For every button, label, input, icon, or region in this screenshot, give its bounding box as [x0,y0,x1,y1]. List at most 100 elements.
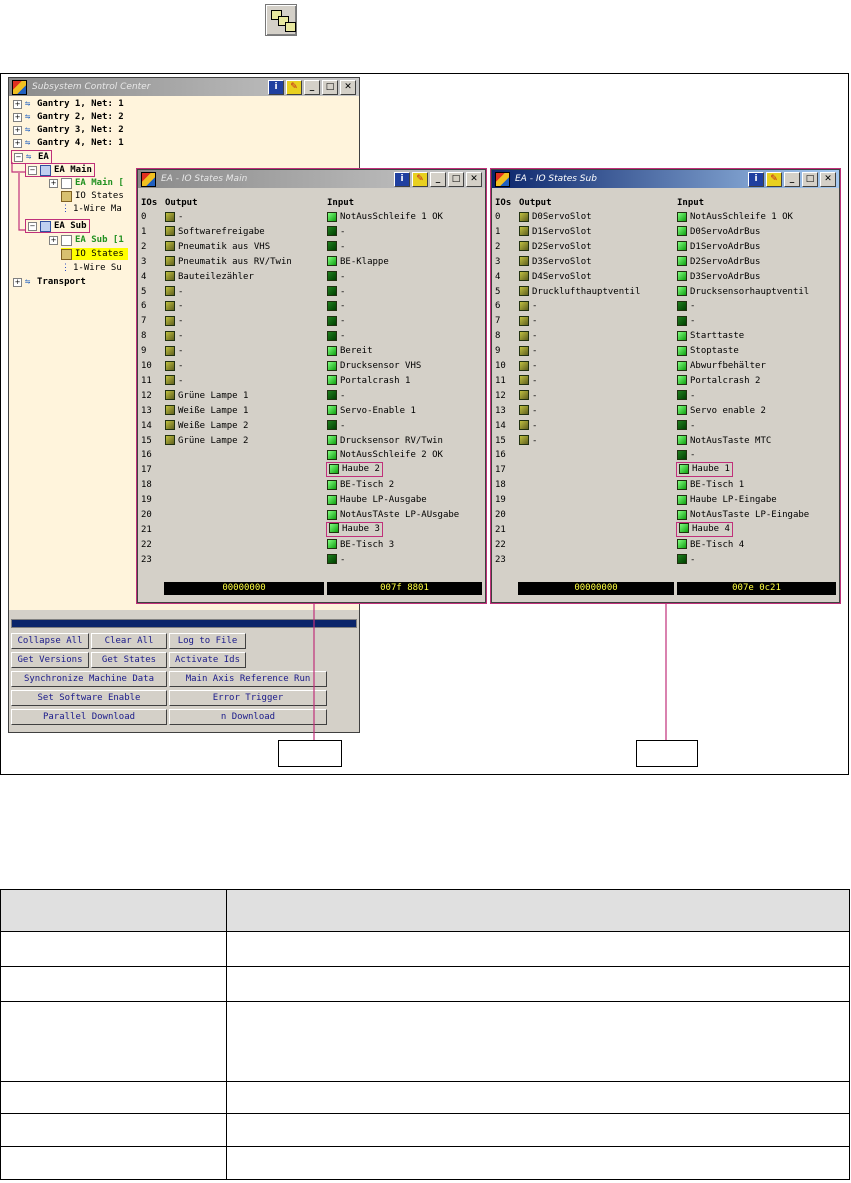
close-button[interactable]: ✕ [466,171,482,187]
output-row[interactable]: - [165,299,183,314]
input-row[interactable]: NotAusSchleife 1 OK [677,210,793,225]
input-row[interactable]: NotAusTAste LP-AUsgabe [327,508,459,523]
output-row[interactable]: Weiße Lampe 2 [165,419,248,434]
output-row[interactable]: Softwarefreigabe [165,225,265,240]
input-row[interactable]: D1ServoAdrBus [677,240,760,255]
maximize-button[interactable]: □ [448,171,464,187]
info-icon[interactable]: i [394,171,410,187]
input-row[interactable]: Drucksensor RV/Twin [327,434,443,449]
input-row[interactable]: Haube 4 [676,521,733,537]
input-row[interactable]: Bereit [327,344,373,359]
input-row[interactable]: Servo-Enable 1 [327,404,416,419]
output-row[interactable]: - [519,314,537,329]
input-row[interactable]: D3ServoAdrBus [677,270,760,285]
input-row[interactable]: - [327,225,345,240]
input-row[interactable]: - [677,314,695,329]
input-row[interactable]: D0ServoAdrBus [677,225,760,240]
output-row[interactable]: Pneumatik aus RV/Twin [165,255,292,270]
output-row[interactable]: - [519,374,537,389]
output-row[interactable]: Grüne Lampe 2 [165,434,248,449]
output-row[interactable]: - [519,434,537,449]
output-row[interactable]: Drucklufthauptventil [519,285,640,300]
input-row[interactable]: - [327,329,345,344]
output-row[interactable]: - [165,210,183,225]
input-row[interactable]: Abwurfbehälter [677,359,766,374]
output-row[interactable]: Weiße Lampe 1 [165,404,248,419]
input-row[interactable]: BE-Tisch 4 [677,538,744,553]
input-row[interactable]: Haube 2 [326,462,383,478]
io-number: 6 [141,301,147,312]
input-row[interactable]: Haube LP-Ausgabe [327,493,427,508]
output-row[interactable]: - [165,314,183,329]
input-row[interactable]: - [677,553,695,568]
input-row[interactable]: NotAusSchleife 1 OK [327,210,443,225]
input-row[interactable]: - [327,389,345,404]
input-row[interactable]: BE-Tisch 3 [327,538,394,553]
output-row[interactable]: - [165,374,183,389]
output-row[interactable]: - [519,359,537,374]
input-row[interactable]: Drucksensorhauptventil [677,285,809,300]
input-row[interactable]: Servo enable 2 [677,404,766,419]
input-row[interactable]: - [677,299,695,314]
input-row[interactable]: D2ServoAdrBus [677,255,760,270]
maximize-button[interactable]: □ [802,171,818,187]
input-row[interactable]: BE-Klappe [327,255,389,270]
input-row[interactable]: - [327,553,345,568]
input-row[interactable]: Drucksensor VHS [327,359,421,374]
input-row[interactable]: BE-Tisch 2 [327,478,394,493]
info-icon[interactable]: i [748,171,764,187]
input-row[interactable]: Portalcrash 1 [327,374,410,389]
output-row[interactable]: - [519,404,537,419]
input-row[interactable]: NotAusSchleife 2 OK [327,448,443,463]
output-row[interactable]: Grüne Lampe 1 [165,389,248,404]
io-sub-titlebar[interactable]: EA - IO States Sub i ✎ _ □ ✕ [492,170,839,188]
input-row[interactable]: Haube 1 [676,462,733,478]
output-row[interactable]: - [519,389,537,404]
io-number: 18 [141,480,152,491]
minimize-button[interactable]: _ [430,171,446,187]
input-led-icon [327,539,337,550]
output-row[interactable]: - [519,299,537,314]
minimize-button[interactable]: _ [784,171,800,187]
output-row[interactable]: Pneumatik aus VHS [165,240,270,255]
input-row[interactable]: Portalcrash 2 [677,374,760,389]
input-row[interactable]: - [677,419,695,434]
output-row[interactable]: - [519,419,537,434]
input-row[interactable]: - [327,419,345,434]
output-row[interactable]: D3ServoSlot [519,255,592,270]
input-row[interactable]: NotAusTaste MTC [677,434,771,449]
input-row[interactable]: - [327,240,345,255]
input-row[interactable]: - [327,270,345,285]
output-row[interactable]: - [165,329,183,344]
output-row[interactable]: - [165,359,183,374]
input-led-icon [327,435,337,445]
output-led-icon [165,256,175,267]
input-row[interactable]: BE-Tisch 1 [677,478,744,493]
tools-icon[interactable]: ✎ [412,171,428,187]
output-row[interactable]: Bauteilezähler [165,270,254,285]
output-led-icon [165,271,175,282]
output-row[interactable]: D4ServoSlot [519,270,592,285]
input-row[interactable]: - [677,448,695,463]
io-main-titlebar[interactable]: EA - IO States Main i ✎ _ □ ✕ [138,170,485,188]
input-row[interactable]: Stoptaste [677,344,739,359]
output-row[interactable]: - [519,344,537,359]
close-button[interactable]: ✕ [820,171,836,187]
input-row[interactable]: Haube 3 [326,521,383,537]
input-row[interactable]: - [327,314,345,329]
io-number: 19 [495,495,506,506]
output-row[interactable]: - [165,285,183,300]
input-led-icon [677,479,687,490]
input-row[interactable]: - [327,299,345,314]
input-row[interactable]: Starttaste [677,329,744,344]
output-row[interactable]: D0ServoSlot [519,210,592,225]
input-row[interactable]: - [327,285,345,300]
output-row[interactable]: D2ServoSlot [519,240,592,255]
output-row[interactable]: - [165,344,183,359]
output-row[interactable]: D1ServoSlot [519,225,592,240]
output-row[interactable]: - [519,329,537,344]
input-row[interactable]: NotAusTaste LP-Eingabe [677,508,809,523]
input-row[interactable]: Haube LP-Eingabe [677,493,777,508]
input-row[interactable]: - [677,389,695,404]
tools-icon[interactable]: ✎ [766,171,782,187]
